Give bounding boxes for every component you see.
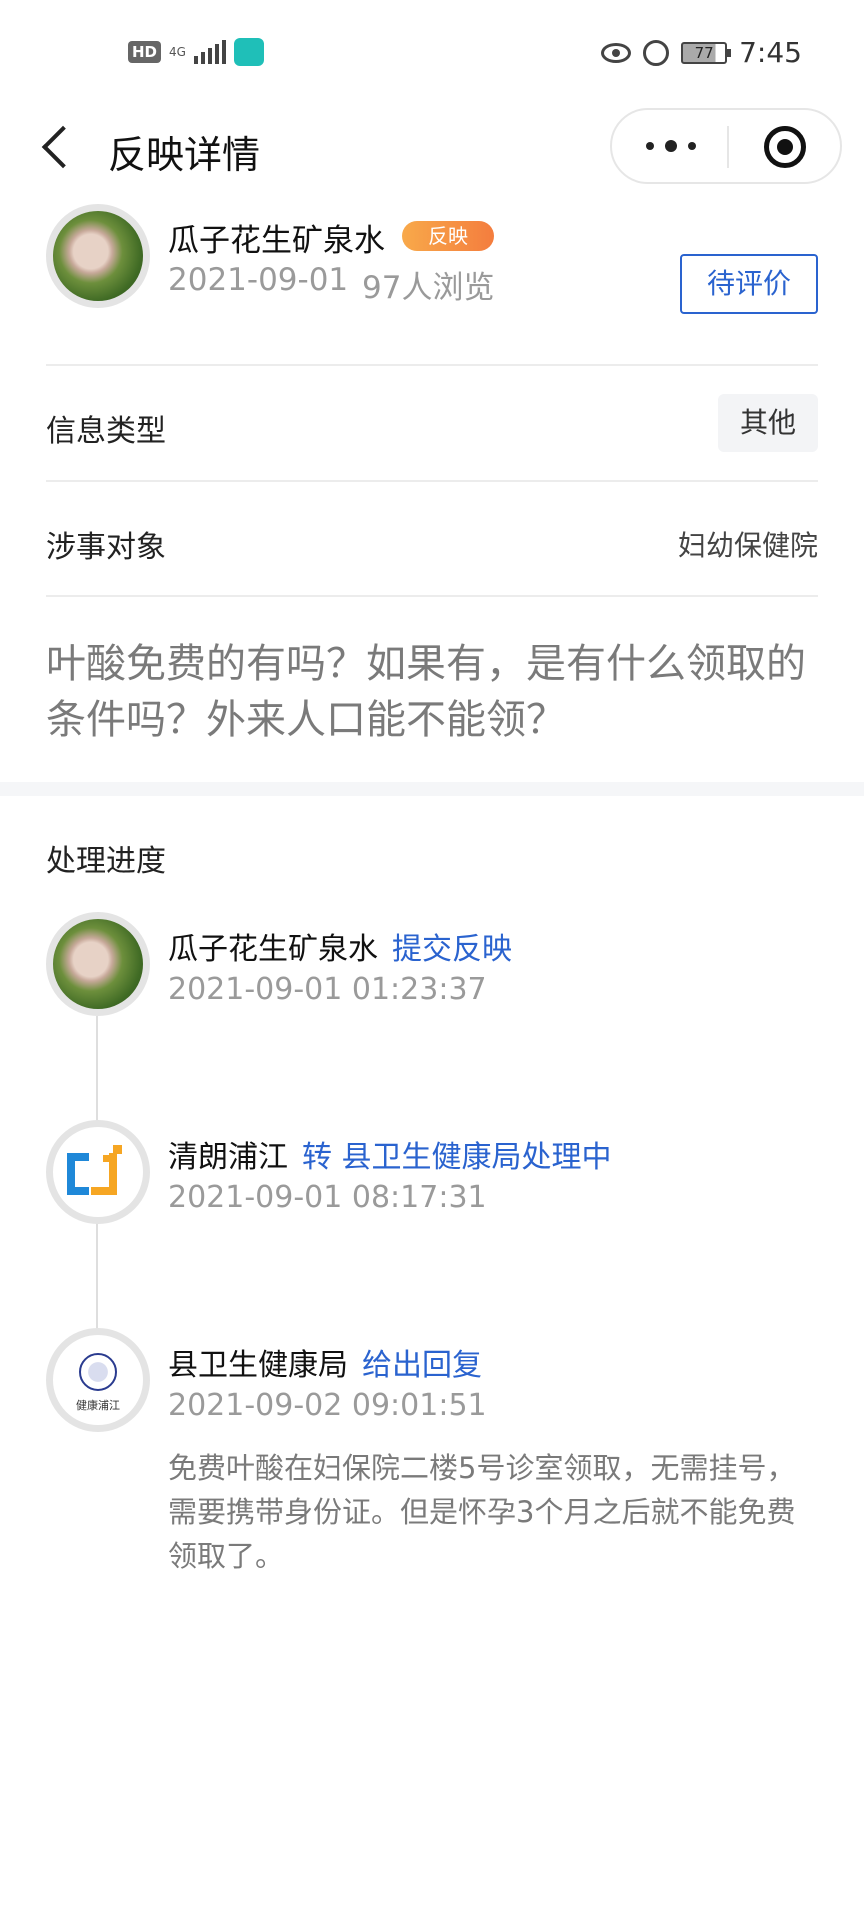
step-line: 瓜子花生矿泉水 提交反映 bbox=[168, 924, 512, 968]
back-icon[interactable] bbox=[36, 126, 80, 170]
network-type: 4G bbox=[169, 45, 186, 59]
health-bureau-seal bbox=[79, 1353, 117, 1391]
section-gap bbox=[0, 782, 864, 796]
page-title: 反映详情 bbox=[108, 133, 261, 177]
timeline-connector bbox=[96, 1222, 98, 1334]
step-action: 转 县卫生健康局处理中 bbox=[302, 1140, 612, 1175]
alarm-icon bbox=[643, 39, 670, 66]
clock: 7:45 bbox=[739, 36, 802, 69]
step-action: 提交反映 bbox=[392, 932, 512, 967]
user-avatar[interactable] bbox=[46, 204, 150, 308]
divider bbox=[46, 364, 818, 366]
hd-badge: HD bbox=[128, 41, 162, 63]
step-time: 2021-09-01 01:23:37 bbox=[168, 972, 487, 1007]
user-name: 瓜子花生矿泉水 bbox=[168, 223, 385, 259]
post-content: 叶酸免费的有吗？如果有，是有什么领取的条件吗？外来人口能不能领？ bbox=[46, 641, 806, 743]
battery-icon: 77 bbox=[681, 41, 732, 64]
more-icon[interactable] bbox=[646, 134, 696, 158]
reply-text: 免费叶酸在妇保院二楼5号诊室领取，无需挂号，需要携带身份证。但是怀孕3个月之后就… bbox=[168, 1451, 796, 1573]
status-right: 77 7:45 bbox=[601, 36, 802, 69]
status-button[interactable]: 待评价 bbox=[680, 254, 818, 314]
signal-icon bbox=[193, 40, 226, 64]
target-value: 妇幼保健院 bbox=[677, 529, 818, 562]
type-tag: 反映 bbox=[402, 221, 494, 251]
target-label: 涉事对象 bbox=[46, 530, 166, 565]
post-date: 2021-09-01 bbox=[168, 262, 349, 298]
app-icon bbox=[233, 38, 264, 66]
step-action: 给出回复 bbox=[362, 1348, 482, 1383]
status-left: HD 4G bbox=[128, 38, 264, 66]
step-line: 县卫生健康局 给出回复 bbox=[168, 1340, 482, 1384]
qinglang-logo bbox=[67, 1145, 129, 1205]
eye-icon bbox=[601, 42, 632, 63]
step-avatar bbox=[46, 1120, 150, 1224]
info-type-label: 信息类型 bbox=[46, 414, 166, 449]
progress-title: 处理进度 bbox=[46, 844, 166, 879]
seal-text: 健康浦江 bbox=[76, 1399, 120, 1412]
status-bar: HD 4G 77 7:45 bbox=[0, 0, 864, 100]
capsule-divider bbox=[727, 126, 729, 168]
step-name: 瓜子花生矿泉水 bbox=[168, 932, 378, 967]
close-target-icon[interactable] bbox=[764, 126, 806, 168]
step-name: 县卫生健康局 bbox=[168, 1348, 348, 1383]
step-name: 清朗浦江 bbox=[168, 1140, 288, 1175]
timeline-connector bbox=[96, 1016, 98, 1128]
divider bbox=[46, 595, 818, 597]
step-avatar bbox=[46, 912, 150, 1016]
info-type-chip: 其他 bbox=[718, 394, 818, 452]
step-time: 2021-09-01 08:17:31 bbox=[168, 1180, 487, 1215]
step-line: 清朗浦江转 县卫生健康局处理中 bbox=[168, 1132, 612, 1176]
step-time: 2021-09-02 09:01:51 bbox=[168, 1388, 487, 1423]
divider bbox=[46, 480, 818, 482]
mini-program-capsule bbox=[610, 108, 842, 184]
nav-bar: 反映详情 bbox=[0, 100, 864, 200]
step-avatar: 健康浦江 bbox=[46, 1328, 150, 1432]
view-count: 97人浏览 bbox=[362, 270, 495, 306]
